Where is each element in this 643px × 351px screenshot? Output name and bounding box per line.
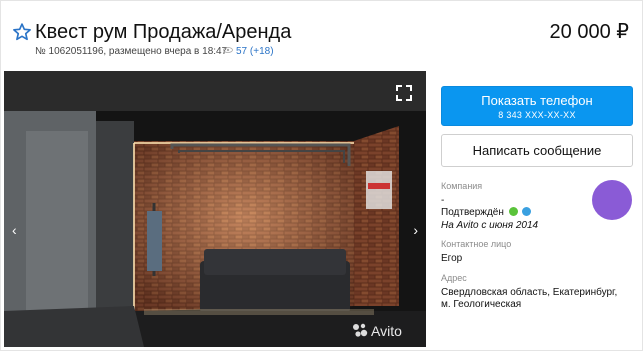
- address-line-2: м. Геологическая: [441, 299, 522, 310]
- gallery-prev-arrow[interactable]: ‹: [12, 223, 17, 237]
- company-value: -: [441, 195, 445, 206]
- listing-title: Квест рум Продажа/Аренда: [35, 21, 292, 43]
- contact-label: Контактное лицо: [441, 239, 512, 249]
- listing-photo: [4, 71, 426, 347]
- verified-row: Подтверждён: [441, 207, 532, 219]
- views-total[interactable]: 57: [236, 46, 247, 57]
- write-message-button[interactable]: Написать сообщение: [441, 134, 633, 167]
- seller-since: На Avito с июня 2014: [441, 220, 539, 231]
- address-line-1: Свердловская область, Екатеринбург,: [441, 287, 618, 298]
- avatar[interactable]: [592, 180, 632, 220]
- avito-watermark-logo: Avito: [353, 323, 402, 339]
- listing-price: 20 000 ₽: [549, 21, 629, 43]
- star-icon[interactable]: [12, 22, 32, 42]
- phone-masked: 8 343 XXX-XX-XX: [498, 110, 576, 120]
- eye-icon: [223, 47, 233, 53]
- address-label: Адрес: [441, 273, 467, 283]
- listing-meta: № 1062051196, размещено вчера в 18:47: [35, 46, 228, 57]
- watermark-text: Avito: [371, 323, 402, 339]
- photo-gallery[interactable]: ‹ › Avito: [4, 71, 426, 347]
- email-verified-icon: [522, 207, 532, 216]
- views-counter[interactable]: 57 (+18): [223, 46, 274, 58]
- fullscreen-icon[interactable]: [396, 85, 412, 101]
- gallery-next-arrow[interactable]: ›: [413, 223, 418, 237]
- company-label: Компания: [441, 181, 483, 191]
- show-phone-label: Показать телефон: [481, 93, 593, 108]
- views-new[interactable]: (+18): [250, 46, 274, 57]
- show-phone-button[interactable]: Показать телефон 8 343 XXX-XX-XX: [441, 86, 633, 126]
- phone-verified-icon: [508, 207, 518, 216]
- contact-name: Егор: [441, 253, 463, 264]
- verified-text: Подтверждён: [441, 207, 504, 218]
